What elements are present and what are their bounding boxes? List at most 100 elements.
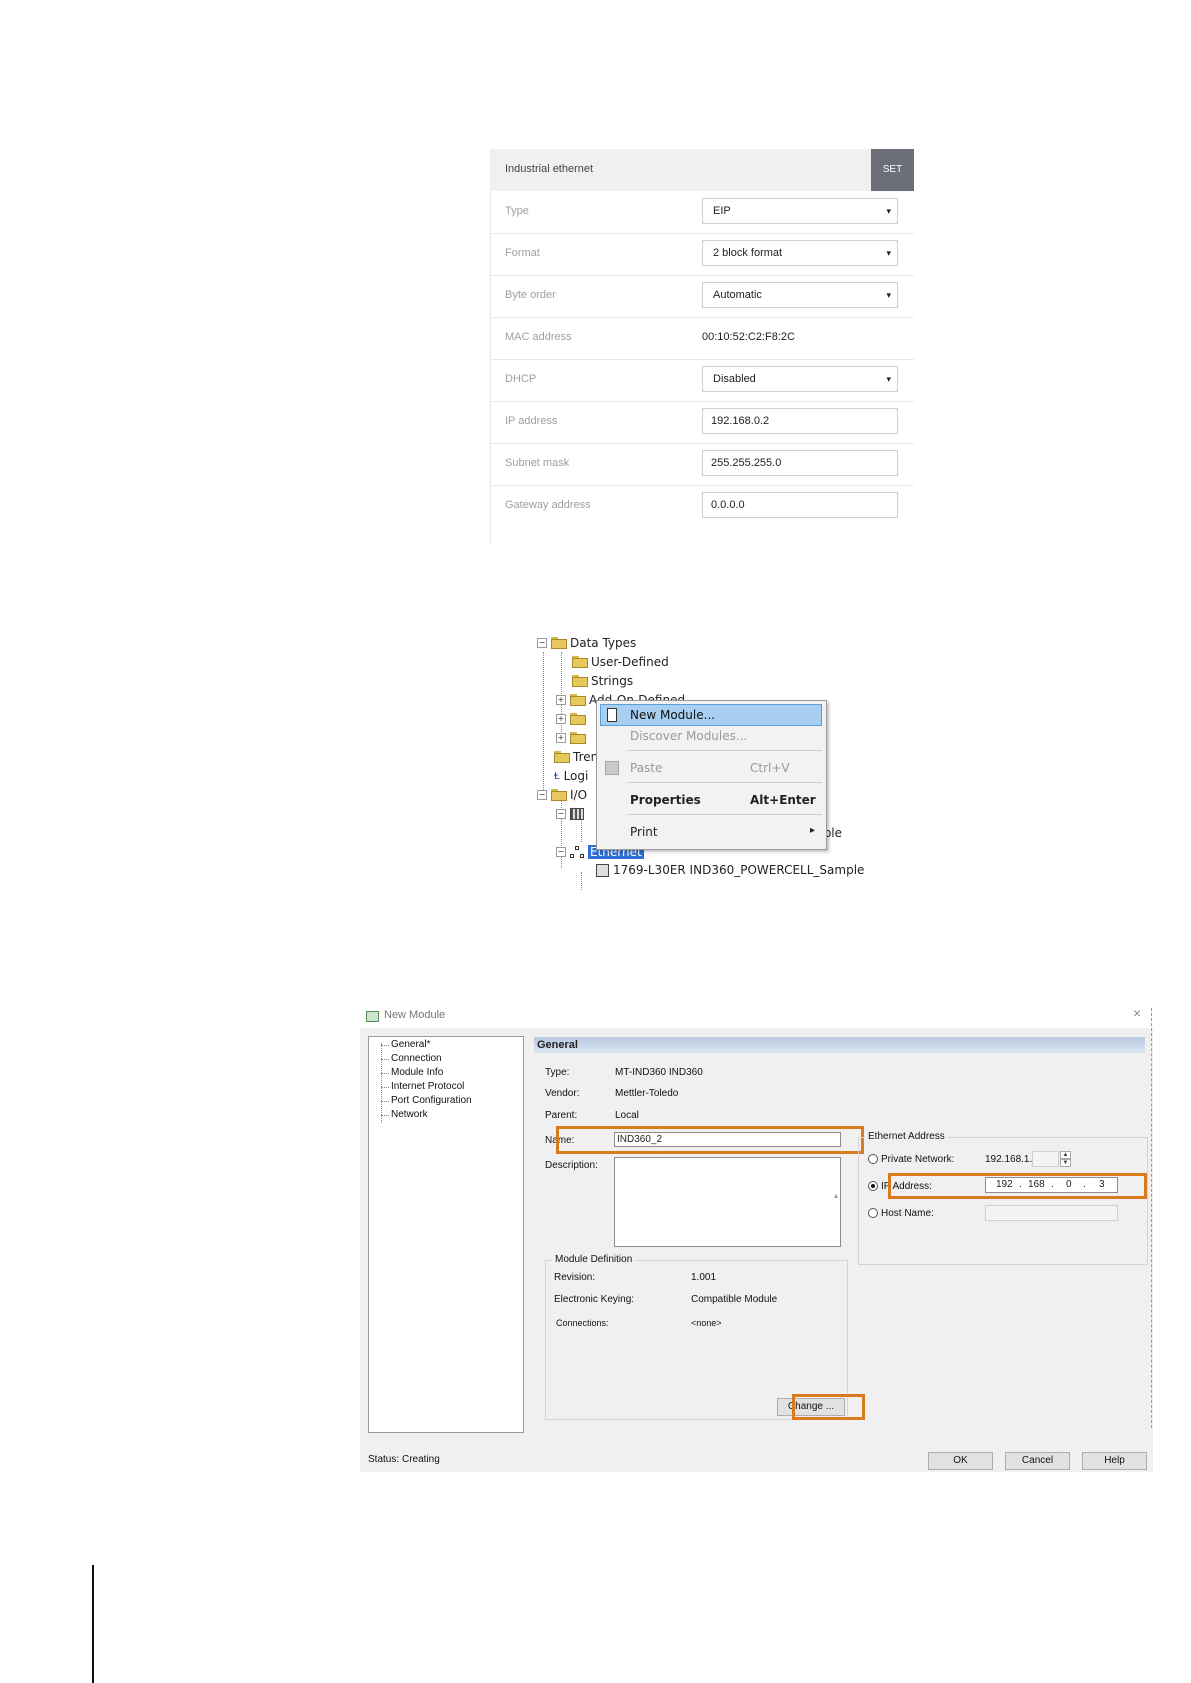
tree-line bbox=[381, 1043, 382, 1123]
paste-shortcut: Ctrl+V bbox=[750, 761, 790, 775]
dialog-icon bbox=[366, 1011, 379, 1022]
description-input[interactable]: ▴ bbox=[614, 1157, 841, 1247]
backplane-icon bbox=[570, 808, 584, 820]
tree-node-controller-module[interactable]: 1769-L30ER IND360_POWERCELL_Sample bbox=[596, 861, 864, 879]
host-name-radio[interactable] bbox=[868, 1208, 878, 1218]
tree-node-user-defined[interactable]: User-Defined bbox=[572, 653, 669, 671]
nav-item-network[interactable]: Network bbox=[391, 1109, 428, 1120]
byte-order-select[interactable]: Automatic ▾ bbox=[702, 282, 898, 308]
properties-shortcut: Alt+Enter bbox=[750, 793, 816, 807]
tree-line bbox=[381, 1045, 389, 1046]
revision-value: 1.001 bbox=[691, 1272, 717, 1283]
ip-address-radio[interactable] bbox=[868, 1181, 878, 1191]
tree-node-predefined[interactable]: + bbox=[556, 710, 589, 728]
nav-item-connection[interactable]: Connection bbox=[391, 1053, 442, 1064]
spin-down-icon[interactable]: ▼ bbox=[1060, 1159, 1071, 1167]
subnet-mask-label: Subnet mask bbox=[505, 457, 570, 469]
print-label: Print bbox=[630, 825, 658, 839]
ip-address-row: IP address 192.168.0.2 bbox=[490, 401, 914, 444]
logical-model-label: Logi bbox=[563, 769, 589, 783]
status-value: Creating bbox=[402, 1454, 440, 1465]
new-module-label: New Module... bbox=[630, 708, 716, 722]
scrollbar[interactable]: ▴ bbox=[834, 1161, 838, 1231]
tree-node-logical-model[interactable]: Ⱡ Logi bbox=[554, 767, 588, 785]
expand-icon[interactable]: + bbox=[556, 733, 566, 743]
module-definition-title: Module Definition bbox=[552, 1254, 636, 1265]
dhcp-select[interactable]: Disabled ▾ bbox=[702, 366, 898, 392]
byte-order-row: Byte order Automatic ▾ bbox=[490, 275, 914, 318]
new-module-icon bbox=[607, 708, 617, 722]
private-network-prefix: 192.168.1. bbox=[985, 1154, 1033, 1165]
folder-icon bbox=[570, 732, 586, 744]
mac-address-row: MAC address 00:10:52:C2:F8:2C bbox=[490, 317, 914, 360]
chevron-down-icon: ▾ bbox=[886, 248, 891, 258]
tree-line bbox=[381, 1101, 389, 1102]
type-value: MT-IND360 IND360 bbox=[615, 1067, 703, 1078]
ip-address-input[interactable]: 192.168.0.2 bbox=[702, 408, 898, 434]
menu-separator bbox=[627, 782, 822, 783]
logical-model-icon: Ⱡ bbox=[554, 770, 560, 782]
paste-icon bbox=[605, 761, 619, 775]
nav-item-internet-protocol[interactable]: Internet Protocol bbox=[391, 1081, 464, 1092]
category-tree: General* Connection Module Info Internet… bbox=[368, 1036, 524, 1433]
module-icon bbox=[596, 863, 609, 877]
ok-button[interactable]: OK bbox=[928, 1452, 993, 1470]
collapse-icon[interactable]: − bbox=[537, 638, 547, 648]
dhcp-value: Disabled bbox=[713, 373, 756, 385]
menu-item-paste[interactable]: Paste Ctrl+V bbox=[597, 757, 826, 779]
folder-icon bbox=[572, 656, 588, 668]
gateway-label: Gateway address bbox=[505, 499, 591, 511]
tree-node-module-defined[interactable]: + bbox=[556, 729, 589, 747]
name-highlight bbox=[556, 1126, 864, 1154]
tree-line bbox=[381, 1073, 389, 1074]
set-button[interactable]: SET bbox=[871, 149, 914, 191]
tree-line bbox=[381, 1059, 389, 1060]
vendor-value: Mettler-Toledo bbox=[615, 1088, 679, 1099]
nav-item-general[interactable]: General* bbox=[391, 1039, 430, 1050]
menu-item-new-module[interactable]: New Module... bbox=[600, 704, 822, 726]
tree-node-io-configuration[interactable]: − I/O bbox=[537, 786, 587, 804]
expand-icon[interactable]: + bbox=[556, 695, 566, 705]
menu-item-properties[interactable]: Properties Alt+Enter bbox=[597, 789, 826, 811]
collapse-icon[interactable]: − bbox=[556, 809, 566, 819]
tree-node-data-types[interactable]: − Data Types bbox=[537, 634, 636, 652]
tree-node-strings[interactable]: Strings bbox=[572, 672, 633, 690]
subnet-mask-input[interactable]: 255.255.255.0 bbox=[702, 450, 898, 476]
dhcp-label: DHCP bbox=[505, 373, 537, 385]
byte-order-value: Automatic bbox=[713, 289, 762, 301]
change-highlight bbox=[792, 1394, 865, 1420]
subnet-mask-row: Subnet mask 255.255.255.0 bbox=[490, 443, 914, 486]
menu-item-print[interactable]: Print ▸ bbox=[597, 821, 826, 843]
private-network-octet[interactable] bbox=[1032, 1151, 1059, 1167]
mac-address-label: MAC address bbox=[505, 331, 572, 343]
gateway-input[interactable]: 0.0.0.0 bbox=[702, 492, 898, 518]
folder-icon bbox=[570, 694, 586, 706]
network-icon bbox=[570, 846, 584, 858]
format-select[interactable]: 2 block format ▾ bbox=[702, 240, 898, 266]
collapse-icon[interactable]: − bbox=[537, 790, 547, 800]
menu-separator bbox=[627, 814, 822, 815]
cancel-button[interactable]: Cancel bbox=[1005, 1452, 1070, 1470]
help-button[interactable]: Help bbox=[1082, 1452, 1147, 1470]
folder-icon bbox=[554, 751, 570, 763]
tree-node-backplane[interactable]: − bbox=[556, 805, 588, 823]
expand-icon[interactable]: + bbox=[556, 714, 566, 724]
margin-rule bbox=[92, 1565, 94, 1683]
tree-node-trends[interactable]: Tren bbox=[554, 748, 598, 766]
collapse-icon[interactable]: − bbox=[556, 847, 566, 857]
host-name-label: Host Name: bbox=[881, 1208, 934, 1219]
host-name-input[interactable] bbox=[985, 1205, 1118, 1221]
user-defined-label: User-Defined bbox=[591, 655, 669, 669]
spin-up-icon[interactable]: ▲ bbox=[1060, 1151, 1071, 1159]
type-select[interactable]: EIP ▾ bbox=[702, 198, 898, 224]
nav-item-module-info[interactable]: Module Info bbox=[391, 1067, 443, 1078]
nav-item-port-configuration[interactable]: Port Configuration bbox=[391, 1095, 472, 1106]
connections-label: Connections: bbox=[556, 1318, 609, 1328]
close-icon[interactable]: × bbox=[1133, 1005, 1141, 1021]
menu-item-discover-modules[interactable]: Discover Modules... bbox=[597, 725, 826, 747]
private-network-radio[interactable] bbox=[868, 1154, 878, 1164]
chevron-down-icon: ▾ bbox=[886, 290, 891, 300]
folder-icon bbox=[572, 675, 588, 687]
revision-label: Revision: bbox=[554, 1272, 596, 1283]
tree-line bbox=[381, 1115, 389, 1116]
